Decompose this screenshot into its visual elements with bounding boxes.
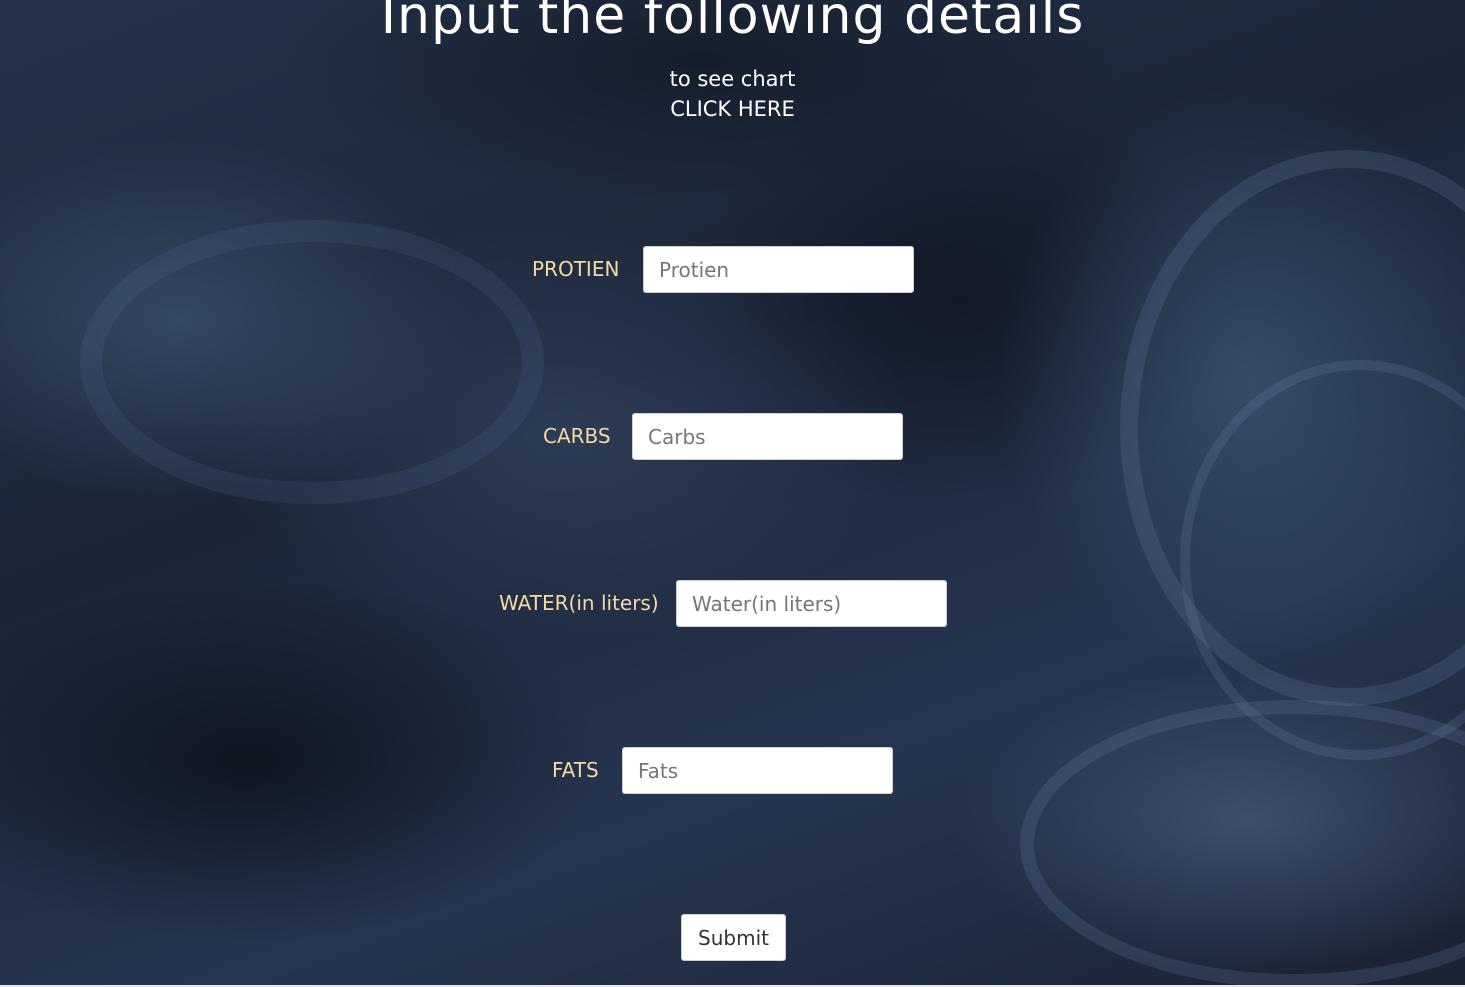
protien-label: PROTIEN bbox=[532, 257, 620, 281]
water-label: WATER(in liters) bbox=[499, 591, 659, 615]
carbs-label: CARBS bbox=[543, 424, 611, 448]
chart-link[interactable]: CLICK HERE bbox=[0, 97, 1465, 121]
fats-input[interactable] bbox=[622, 747, 893, 794]
page-title: Input the following details bbox=[380, 0, 1085, 46]
protien-input[interactable] bbox=[643, 246, 914, 293]
carbs-input[interactable] bbox=[632, 413, 903, 460]
fats-label: FATS bbox=[552, 758, 599, 782]
submit-button[interactable]: Submit bbox=[681, 914, 786, 961]
water-input[interactable] bbox=[676, 580, 947, 627]
chart-subtitle: to see chart bbox=[669, 67, 796, 91]
